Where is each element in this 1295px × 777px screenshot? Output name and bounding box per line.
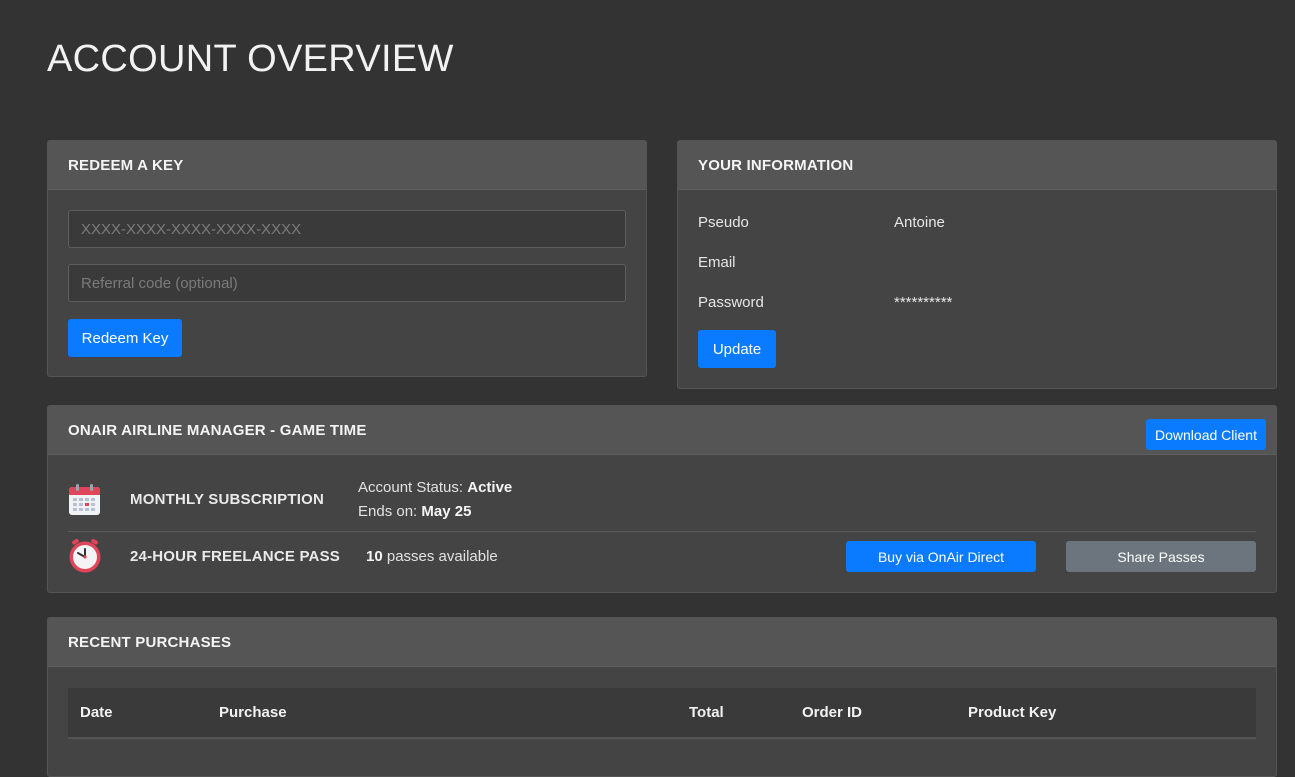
- password-label: Password: [698, 294, 764, 311]
- calendar-icon: [68, 483, 101, 516]
- game-time-card: ONAIR AIRLINE MANAGER - GAME TIME Downlo…: [47, 405, 1277, 593]
- pseudo-label: Pseudo: [698, 214, 749, 231]
- password-value: **********: [894, 294, 953, 311]
- freelance-pass-title: 24-HOUR FREELANCE PASS: [130, 548, 340, 565]
- game-time-heading: ONAIR AIRLINE MANAGER - GAME TIME: [48, 406, 1276, 455]
- buy-onair-direct-button[interactable]: Buy via OnAir Direct: [846, 541, 1036, 572]
- monthly-subscription-title: MONTHLY SUBSCRIPTION: [130, 491, 325, 508]
- column-date: Date: [80, 703, 113, 721]
- account-status-label: Account Status:: [358, 479, 464, 496]
- row-divider: [68, 531, 1256, 532]
- column-total: Total: [689, 703, 724, 721]
- download-client-button[interactable]: Download Client: [1146, 419, 1266, 450]
- column-order-id: Order ID: [802, 703, 863, 721]
- purchases-table-header: Date Purchase Total Order ID Product Key: [68, 688, 1256, 739]
- passes-available: 10 passes available: [366, 548, 498, 565]
- column-purchase: Purchase: [219, 703, 287, 721]
- your-information-card: YOUR INFORMATION Pseudo Antoine Email Pa…: [677, 140, 1277, 389]
- redeem-key-button[interactable]: Redeem Key: [68, 319, 182, 357]
- ends-on-value: May 25: [421, 503, 472, 520]
- share-passes-button[interactable]: Share Passes: [1066, 541, 1256, 572]
- game-time-heading-text: ONAIR AIRLINE MANAGER - GAME TIME: [68, 421, 367, 439]
- account-status-value: Active: [467, 479, 513, 496]
- page-title: ACCOUNT OVERVIEW: [47, 38, 454, 80]
- ends-on-label: Ends on:: [358, 503, 418, 520]
- clock-icon: [68, 538, 102, 573]
- passes-text: passes available: [386, 548, 498, 565]
- email-label: Email: [698, 254, 736, 271]
- your-information-heading: YOUR INFORMATION: [678, 141, 1276, 190]
- referral-code-input[interactable]: [68, 264, 626, 302]
- redeem-key-card: REDEEM A KEY Redeem Key: [47, 140, 647, 377]
- product-key-input[interactable]: [68, 210, 626, 248]
- update-button[interactable]: Update: [698, 330, 776, 368]
- redeem-key-heading: REDEEM A KEY: [48, 141, 646, 190]
- subscription-end: Ends on: May 25: [358, 503, 471, 520]
- column-product-key: Product Key: [968, 703, 1057, 721]
- recent-purchases-card: RECENT PURCHASES Date Purchase Total Ord…: [47, 617, 1277, 777]
- account-status: Account Status: Active: [358, 479, 512, 496]
- passes-count: 10: [366, 548, 383, 565]
- pseudo-value: Antoine: [894, 214, 945, 231]
- recent-purchases-heading: RECENT PURCHASES: [48, 618, 1276, 667]
